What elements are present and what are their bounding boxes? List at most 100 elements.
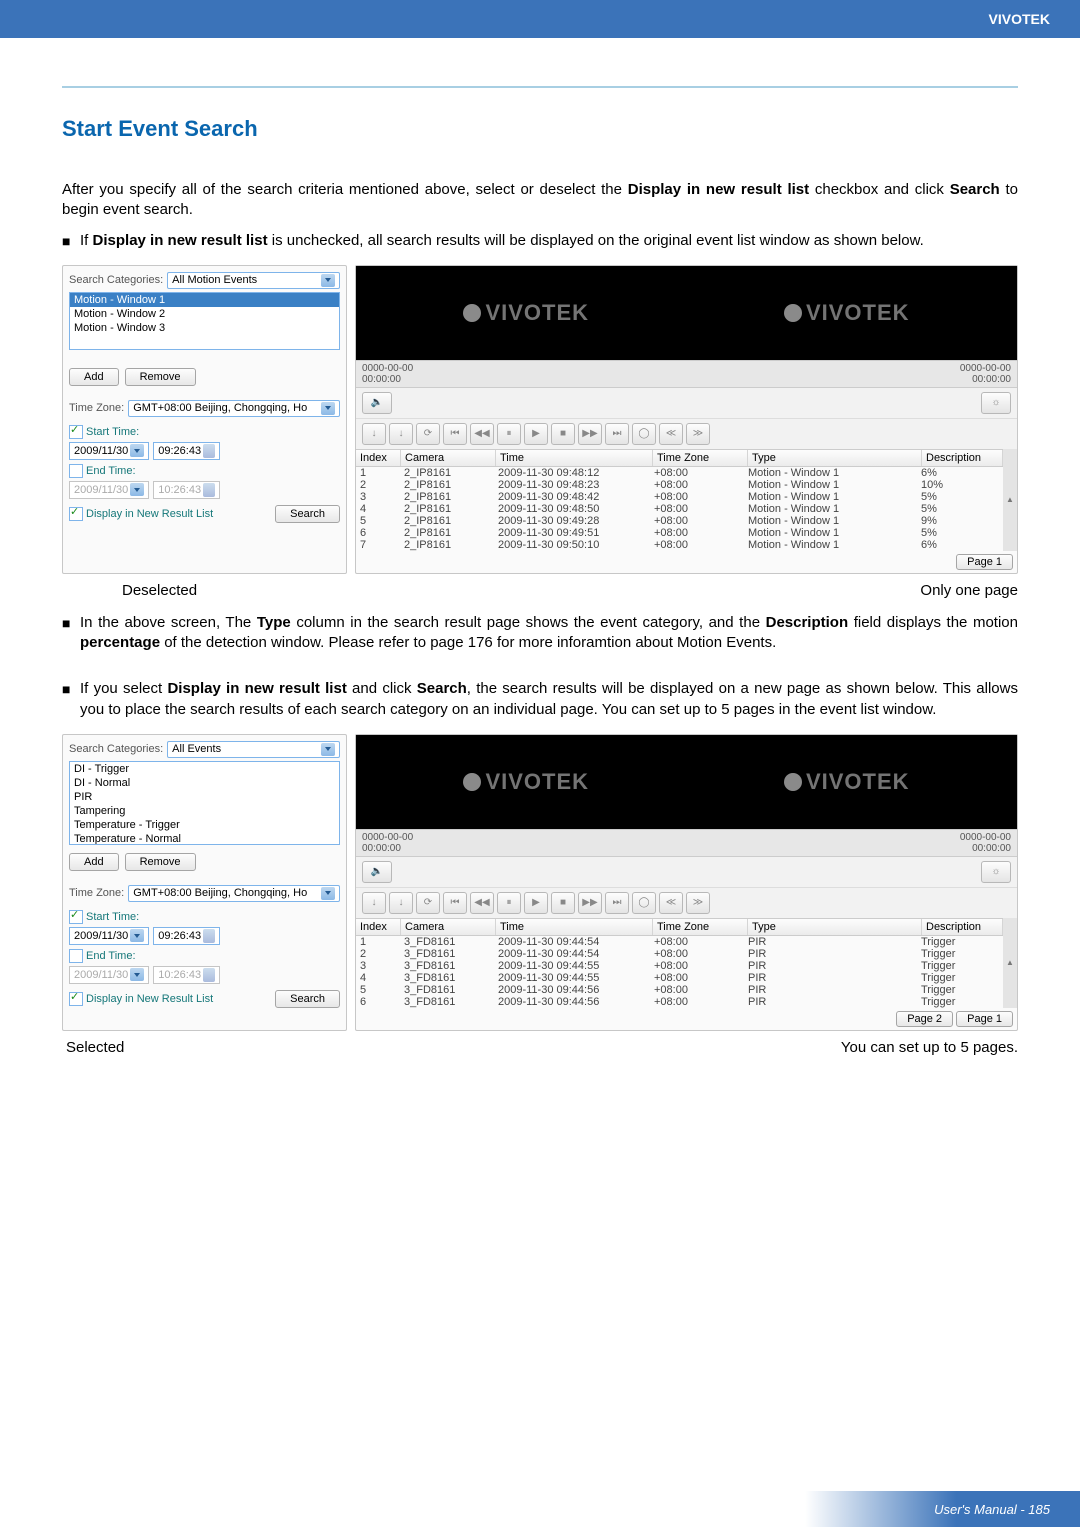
bullet-1: If Display in new result list is uncheck…	[80, 231, 1018, 251]
table-row[interactable]: 12_IP81612009-11-30 09:48:12+08:00Motion…	[356, 467, 1003, 479]
search-panel: Search Categories: All Events DI - Trigg…	[62, 734, 347, 1031]
search-button[interactable]: Search	[275, 990, 340, 1008]
add-button[interactable]: Add	[69, 368, 119, 386]
pause-icon[interactable]: ⏸	[497, 423, 521, 445]
list-item[interactable]: Tampering	[70, 804, 339, 818]
list-item[interactable]: Temperature - Normal	[70, 832, 339, 845]
list-item[interactable]: PIR	[70, 790, 339, 804]
spinner-icon	[203, 483, 215, 497]
display-new-list-checkbox[interactable]	[69, 992, 83, 1006]
seek-down-icon[interactable]: ↓	[389, 423, 413, 445]
scroll-up-icon[interactable]: ▲	[1003, 449, 1017, 551]
start-time-checkbox[interactable]	[69, 425, 83, 439]
categories-listbox[interactable]: Motion - Window 1 Motion - Window 2 Moti…	[69, 292, 340, 350]
forward-icon[interactable]: ≫	[686, 892, 710, 914]
start-time-label: Start Time:	[86, 426, 139, 438]
list-item[interactable]: Temperature - Trigger	[70, 818, 339, 832]
skip-first-icon[interactable]: ⏮	[443, 892, 467, 914]
start-time-input[interactable]: 09:26:43	[153, 927, 220, 945]
remove-button[interactable]: Remove	[125, 368, 196, 386]
skip-first-icon[interactable]: ⏮	[443, 423, 467, 445]
page-1-button[interactable]: Page 1	[956, 1011, 1013, 1027]
seek-down-icon[interactable]: ↓	[389, 892, 413, 914]
table-row[interactable]: 33_FD81612009-11-30 09:44:55+08:00PIRTri…	[356, 960, 1003, 972]
skip-last-icon[interactable]: ⏭	[605, 892, 629, 914]
seek-down-icon[interactable]: ↓	[362, 423, 386, 445]
bullet-3: If you select Display in new result list…	[80, 679, 1018, 720]
skip-back-icon[interactable]: ◀◀	[470, 892, 494, 914]
pause-icon[interactable]: ⏸	[497, 892, 521, 914]
seek-down-icon[interactable]: ↓	[362, 892, 386, 914]
table-row[interactable]: 32_IP81612009-11-30 09:48:42+08:00Motion…	[356, 491, 1003, 503]
scroll-up-icon[interactable]: ▲	[1003, 918, 1017, 1008]
list-item[interactable]: Motion - Window 2	[70, 307, 339, 321]
sun-icon[interactable]: ☼	[981, 861, 1011, 883]
add-button[interactable]: Add	[69, 853, 119, 871]
skip-fwd-icon[interactable]: ▶▶	[578, 423, 602, 445]
list-item[interactable]: Motion - Window 3	[70, 321, 339, 335]
list-item[interactable]: DI - Trigger	[70, 762, 339, 776]
sync-icon[interactable]: ⟳	[416, 423, 440, 445]
search-categories-select[interactable]: All Motion Events	[167, 272, 340, 289]
bullet-marker: ■	[62, 613, 80, 654]
skip-last-icon[interactable]: ⏭	[605, 423, 629, 445]
rewind-icon[interactable]: ≪	[659, 423, 683, 445]
chevron-down-icon	[321, 887, 335, 900]
spinner-icon	[203, 929, 215, 943]
timeline: 0000-00-00 00:00:00 0000-00-00 00:00:00	[356, 360, 1017, 388]
list-item[interactable]: Motion - Window 1	[70, 293, 339, 307]
timezone-select[interactable]: GMT+08:00 Beijing, Chongqing, Ho	[128, 400, 340, 417]
chevron-down-icon	[130, 483, 144, 496]
stop-icon[interactable]: ■	[551, 423, 575, 445]
skip-back-icon[interactable]: ◀◀	[470, 423, 494, 445]
table-row[interactable]: 63_FD81612009-11-30 09:44:56+08:00PIRTri…	[356, 996, 1003, 1008]
display-new-list-label: Display in New Result List	[86, 993, 213, 1005]
search-categories-select[interactable]: All Events	[167, 741, 340, 758]
table-row[interactable]: 43_FD81612009-11-30 09:44:55+08:00PIRTri…	[356, 972, 1003, 984]
timezone-select[interactable]: GMT+08:00 Beijing, Chongqing, Ho	[128, 885, 340, 902]
play-icon[interactable]: ▶	[524, 423, 548, 445]
result-panel: VIVOTEK VIVOTEK 0000-00-00 00:00:00 0000…	[355, 265, 1018, 574]
end-time-checkbox[interactable]	[69, 949, 83, 963]
speaker-mute-icon[interactable]: 🔈	[362, 392, 392, 414]
list-item[interactable]: DI - Normal	[70, 776, 339, 790]
categories-listbox[interactable]: DI - Trigger DI - Normal PIR Tampering T…	[69, 761, 340, 845]
table-row[interactable]: 23_FD81612009-11-30 09:44:54+08:00PIRTri…	[356, 948, 1003, 960]
caption-one-page: Only one page	[920, 582, 1018, 599]
sun-icon[interactable]: ☼	[981, 392, 1011, 414]
result-panel: VIVOTEK VIVOTEK 0000-00-00 00:00:00 0000…	[355, 734, 1018, 1031]
search-button[interactable]: Search	[275, 505, 340, 523]
video-placeholder: VIVOTEK	[463, 769, 589, 795]
table-row[interactable]: 72_IP81612009-11-30 09:50:10+08:00Motion…	[356, 539, 1003, 551]
table-row[interactable]: 22_IP81612009-11-30 09:48:23+08:00Motion…	[356, 479, 1003, 491]
speaker-mute-icon[interactable]: 🔈	[362, 861, 392, 883]
rewind-icon[interactable]: ≪	[659, 892, 683, 914]
start-time-input[interactable]: 09:26:43	[153, 442, 220, 460]
table-row[interactable]: 52_IP81612009-11-30 09:49:28+08:00Motion…	[356, 515, 1003, 527]
end-time-input: 10:26:43	[153, 966, 220, 984]
intro-text: After you specify all of the search crit…	[62, 180, 1018, 221]
record-icon[interactable]: ◯	[632, 892, 656, 914]
table-row[interactable]: 53_FD81612009-11-30 09:44:56+08:00PIRTri…	[356, 984, 1003, 996]
search-categories-label: Search Categories:	[69, 274, 163, 286]
page-1-button[interactable]: Page 1	[956, 554, 1013, 570]
forward-icon[interactable]: ≫	[686, 423, 710, 445]
sync-icon[interactable]: ⟳	[416, 892, 440, 914]
start-date-input[interactable]: 2009/11/30	[69, 442, 149, 460]
table-row[interactable]: 62_IP81612009-11-30 09:49:51+08:00Motion…	[356, 527, 1003, 539]
table-row[interactable]: 13_FD81612009-11-30 09:44:54+08:00PIRTri…	[356, 936, 1003, 948]
start-date-input[interactable]: 2009/11/30	[69, 927, 149, 945]
end-time-checkbox[interactable]	[69, 464, 83, 478]
stop-icon[interactable]: ■	[551, 892, 575, 914]
table-row[interactable]: 42_IP81612009-11-30 09:48:50+08:00Motion…	[356, 503, 1003, 515]
end-date-input: 2009/11/30	[69, 966, 149, 984]
play-icon[interactable]: ▶	[524, 892, 548, 914]
display-new-list-checkbox[interactable]	[69, 507, 83, 521]
timeline: 0000-00-00 00:00:00 0000-00-00 00:00:00	[356, 829, 1017, 857]
skip-fwd-icon[interactable]: ▶▶	[578, 892, 602, 914]
page-2-button[interactable]: Page 2	[896, 1011, 953, 1027]
spinner-icon	[203, 444, 215, 458]
record-icon[interactable]: ◯	[632, 423, 656, 445]
remove-button[interactable]: Remove	[125, 853, 196, 871]
start-time-checkbox[interactable]	[69, 910, 83, 924]
